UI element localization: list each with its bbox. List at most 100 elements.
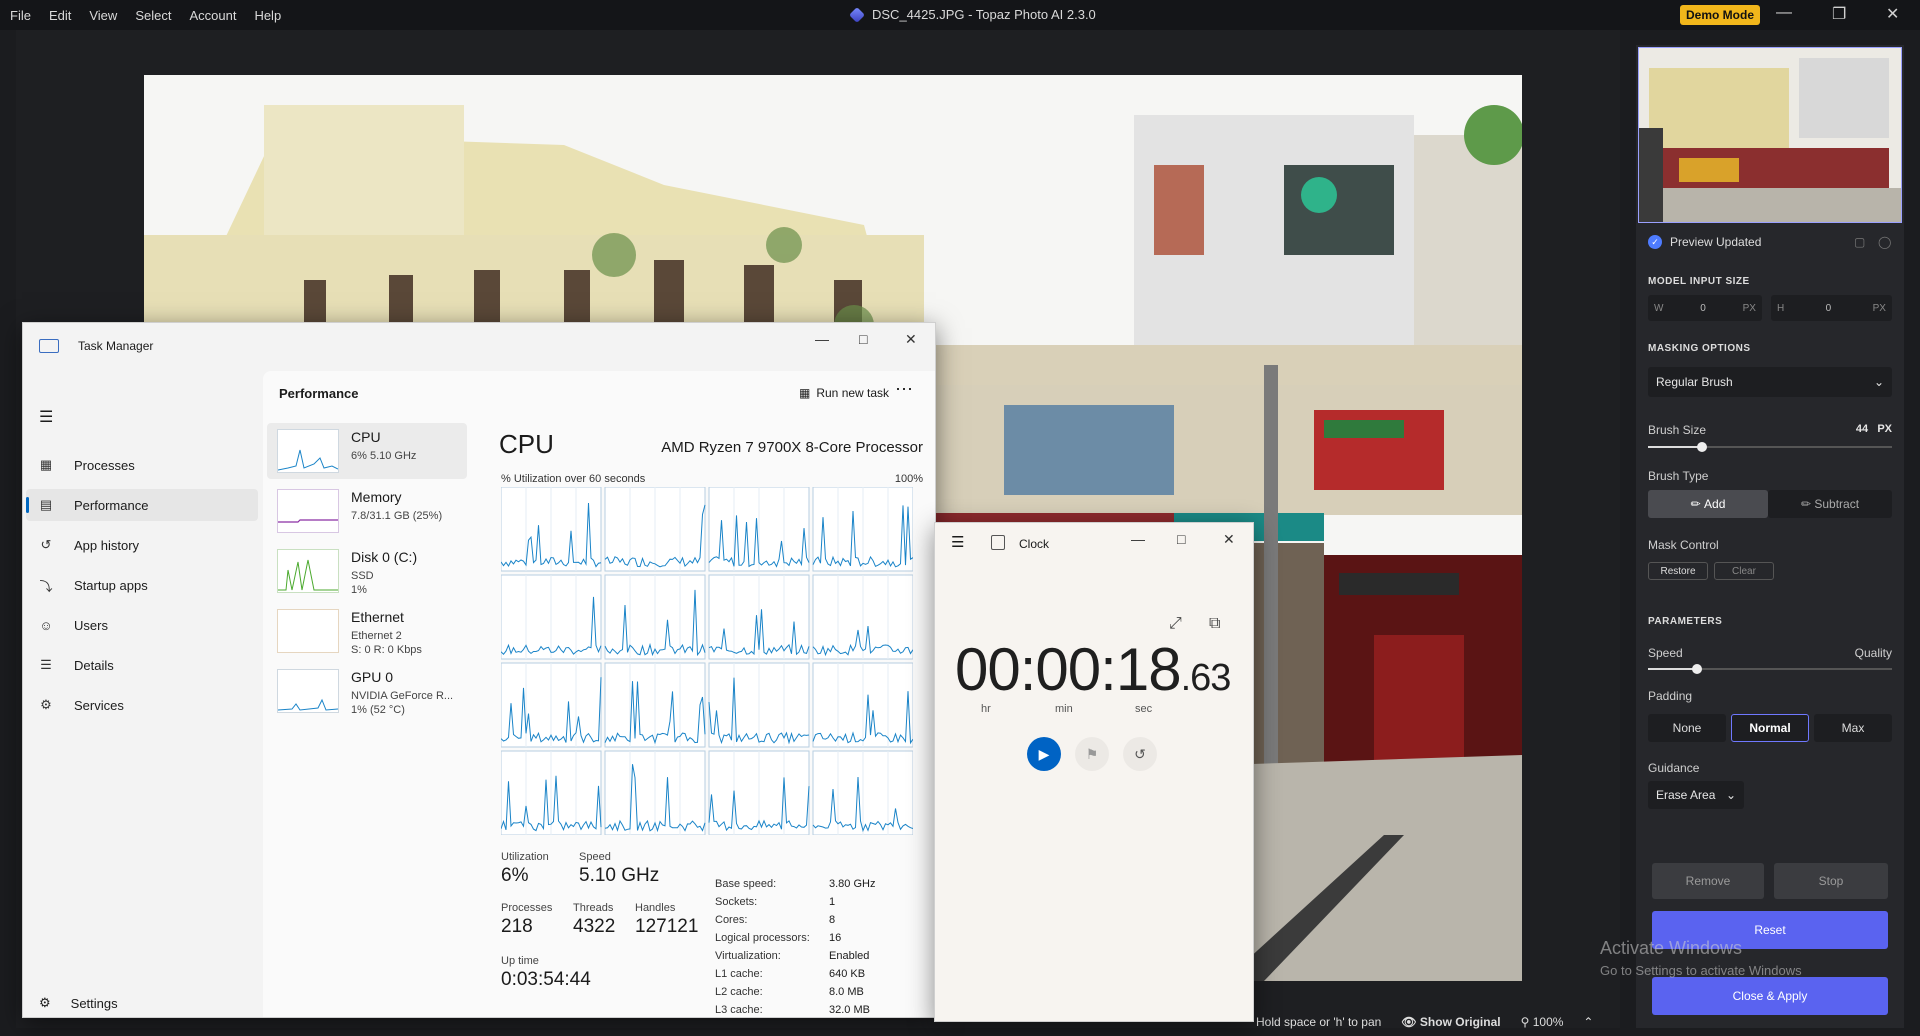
close-icon[interactable]: ✕ bbox=[1886, 4, 1899, 24]
stopwatch-centiseconds: .63 bbox=[1180, 657, 1232, 699]
nav-label: Services bbox=[74, 697, 124, 713]
cpu-detail-row: Cores: 8 bbox=[715, 911, 875, 929]
padding-none-button[interactable]: None bbox=[1648, 714, 1726, 742]
nav-details[interactable]: ☰ Details bbox=[26, 649, 258, 681]
close-apply-button[interactable]: Close & Apply bbox=[1652, 977, 1888, 1015]
show-original-label: Show Original bbox=[1419, 1015, 1501, 1029]
padding-normal-button[interactable]: Normal bbox=[1731, 714, 1809, 742]
brush-dropdown[interactable]: Regular Brush ⌄ bbox=[1648, 367, 1892, 397]
minimize-icon[interactable]: — bbox=[1776, 4, 1792, 22]
speed-value: 5.10 GHz bbox=[579, 865, 660, 886]
brush-icon: ✏ bbox=[1690, 497, 1705, 511]
tm-maximize-icon[interactable]: □ bbox=[859, 331, 867, 347]
menu-edit[interactable]: Edit bbox=[49, 8, 71, 23]
tm-close-icon[interactable]: ✕ bbox=[905, 331, 917, 348]
remove-button[interactable]: Remove bbox=[1652, 863, 1764, 899]
clock-close-icon[interactable]: ✕ bbox=[1223, 531, 1235, 548]
restore-icon[interactable]: ❐ bbox=[1832, 4, 1846, 24]
nav-label: Details bbox=[74, 657, 114, 673]
processes-icon: ▦ bbox=[39, 457, 53, 472]
speed-quality-fill bbox=[1648, 668, 1697, 670]
uptime-value: 0:03:54:44 bbox=[501, 969, 591, 990]
clock-maximize-icon[interactable]: □ bbox=[1177, 531, 1185, 547]
brush-size-slider[interactable] bbox=[1648, 442, 1892, 452]
compact-overlay-icon[interactable]: ⧉ bbox=[1209, 615, 1220, 633]
task-manager-icon bbox=[39, 339, 59, 353]
hamburger-icon[interactable]: ☰ bbox=[39, 407, 53, 427]
speed-quality-knob[interactable] bbox=[1691, 664, 1702, 674]
menu-file[interactable]: File bbox=[10, 8, 31, 23]
resource-detail-line: Ethernet 2 bbox=[351, 630, 402, 642]
guidance-dropdown[interactable]: Erase Area ⌄ bbox=[1648, 781, 1744, 809]
width-value: 0 bbox=[1700, 302, 1706, 314]
cpu-detail-row: Virtualization: Enabled bbox=[715, 947, 875, 965]
reset-stopwatch-button[interactable]: ↺ bbox=[1123, 737, 1157, 771]
speed-quality-slider[interactable] bbox=[1648, 664, 1892, 674]
subtract-brush-button[interactable]: ✏ Subtract bbox=[1768, 490, 1892, 518]
crop-icon[interactable]: ▢ bbox=[1854, 235, 1865, 249]
chevron-down-icon: ⌄ bbox=[1873, 375, 1884, 389]
cpu-detail-key: L2 cache: bbox=[715, 986, 763, 998]
height-field[interactable]: H 0 PX bbox=[1771, 295, 1892, 321]
unit-hr: hr bbox=[981, 703, 991, 715]
nav-app-history[interactable]: ↺ App history bbox=[26, 529, 258, 561]
resource-detail: 7.8/31.1 GB (25%) bbox=[351, 510, 443, 522]
tm-minimize-icon[interactable]: — bbox=[815, 331, 829, 347]
nav-services[interactable]: ⚙ Services bbox=[26, 689, 258, 721]
restore-button[interactable]: Restore bbox=[1648, 562, 1708, 580]
preview-thumbnail[interactable] bbox=[1638, 47, 1902, 223]
nav-startup-apps[interactable]: ⤵ Startup apps bbox=[26, 569, 258, 601]
window-title-text: DSC_4425.JPG - Topaz Photo AI 2.3.0 bbox=[872, 7, 1096, 22]
menu-view[interactable]: View bbox=[89, 8, 117, 23]
preview-status: ✓ Preview Updated bbox=[1648, 235, 1761, 249]
nav-users[interactable]: ☺ Users bbox=[26, 609, 258, 641]
run-new-task-label: Run new task bbox=[816, 386, 890, 400]
play-button[interactable]: ▶ bbox=[1027, 737, 1061, 771]
brush-size-knob[interactable] bbox=[1696, 442, 1707, 452]
unit-min: min bbox=[1055, 703, 1073, 715]
run-new-task-button[interactable]: ▦ Run new task bbox=[799, 386, 889, 400]
utilization-graph-label: % Utilization over 60 seconds bbox=[501, 473, 646, 485]
chevron-up-icon[interactable]: ⌃ bbox=[1583, 1015, 1593, 1029]
reset-icon: ↺ bbox=[1134, 745, 1146, 762]
resource-disk[interactable]: Disk 0 (C:) SSD 1% bbox=[267, 543, 467, 599]
nav-settings[interactable]: ⚙ Settings bbox=[39, 995, 118, 1011]
flag-icon: ⚑ bbox=[1085, 745, 1099, 762]
expand-icon[interactable]: ⤢ bbox=[1169, 615, 1182, 633]
clear-button[interactable]: Clear bbox=[1714, 562, 1774, 580]
clock-menu-icon[interactable]: ☰ bbox=[951, 533, 964, 551]
menu-help[interactable]: Help bbox=[254, 8, 281, 23]
brush-type-label: Brush Type bbox=[1648, 469, 1709, 483]
clock-minimize-icon[interactable]: — bbox=[1131, 531, 1145, 547]
nav-label: App history bbox=[74, 537, 140, 553]
menu-account[interactable]: Account bbox=[189, 8, 236, 23]
stop-button[interactable]: Stop bbox=[1774, 863, 1888, 899]
resource-memory[interactable]: Memory 7.8/31.1 GB (25%) bbox=[267, 483, 467, 539]
nav-performance[interactable]: ▤ Performance bbox=[26, 489, 258, 521]
clock-app-icon bbox=[991, 535, 1005, 550]
width-field[interactable]: W 0 PX bbox=[1648, 295, 1762, 321]
demo-mode-badge[interactable]: Demo Mode bbox=[1680, 5, 1761, 25]
padding-max-button[interactable]: Max bbox=[1814, 714, 1892, 742]
right-panel: ✓ Preview Updated ▢ ◯ MODEL INPUT SIZE W… bbox=[1636, 45, 1904, 1028]
resource-name: Memory bbox=[351, 489, 402, 505]
check-icon: ✓ bbox=[1648, 235, 1662, 249]
preview-status-text: Preview Updated bbox=[1670, 235, 1762, 249]
zoom-value: 100% bbox=[1532, 1015, 1564, 1029]
resource-gpu[interactable]: GPU 0 NVIDIA GeForce R... 1% (52 °C) bbox=[267, 663, 467, 719]
resource-cpu[interactable]: CPU 6% 5.10 GHz bbox=[267, 423, 467, 479]
padding-label: Padding bbox=[1648, 689, 1693, 703]
cpu-detail-row: L3 cache: 32.0 MB bbox=[715, 1001, 875, 1017]
nav-processes[interactable]: ▦ Processes bbox=[26, 449, 258, 481]
tm-sidebar: ☰ ▦ Processes ▤ Performance ↺ App histor… bbox=[23, 371, 263, 1017]
show-original-button[interactable]: 👁 Show Original bbox=[1401, 1015, 1500, 1029]
add-brush-button[interactable]: ✏ Add bbox=[1648, 490, 1768, 518]
resource-ethernet[interactable]: Ethernet Ethernet 2 S: 0 R: 0 Kbps bbox=[267, 603, 467, 659]
zoom-control[interactable]: ⚲ 100% bbox=[1521, 1015, 1564, 1029]
cpu-detail-row: Sockets: 1 bbox=[715, 893, 875, 911]
utilization-value: 6% bbox=[501, 865, 529, 886]
compare-icon[interactable]: ◯ bbox=[1878, 235, 1891, 249]
more-options-icon[interactable]: ⋯ bbox=[895, 379, 914, 400]
menu-select[interactable]: Select bbox=[135, 8, 171, 23]
lap-button[interactable]: ⚑ bbox=[1075, 737, 1109, 771]
